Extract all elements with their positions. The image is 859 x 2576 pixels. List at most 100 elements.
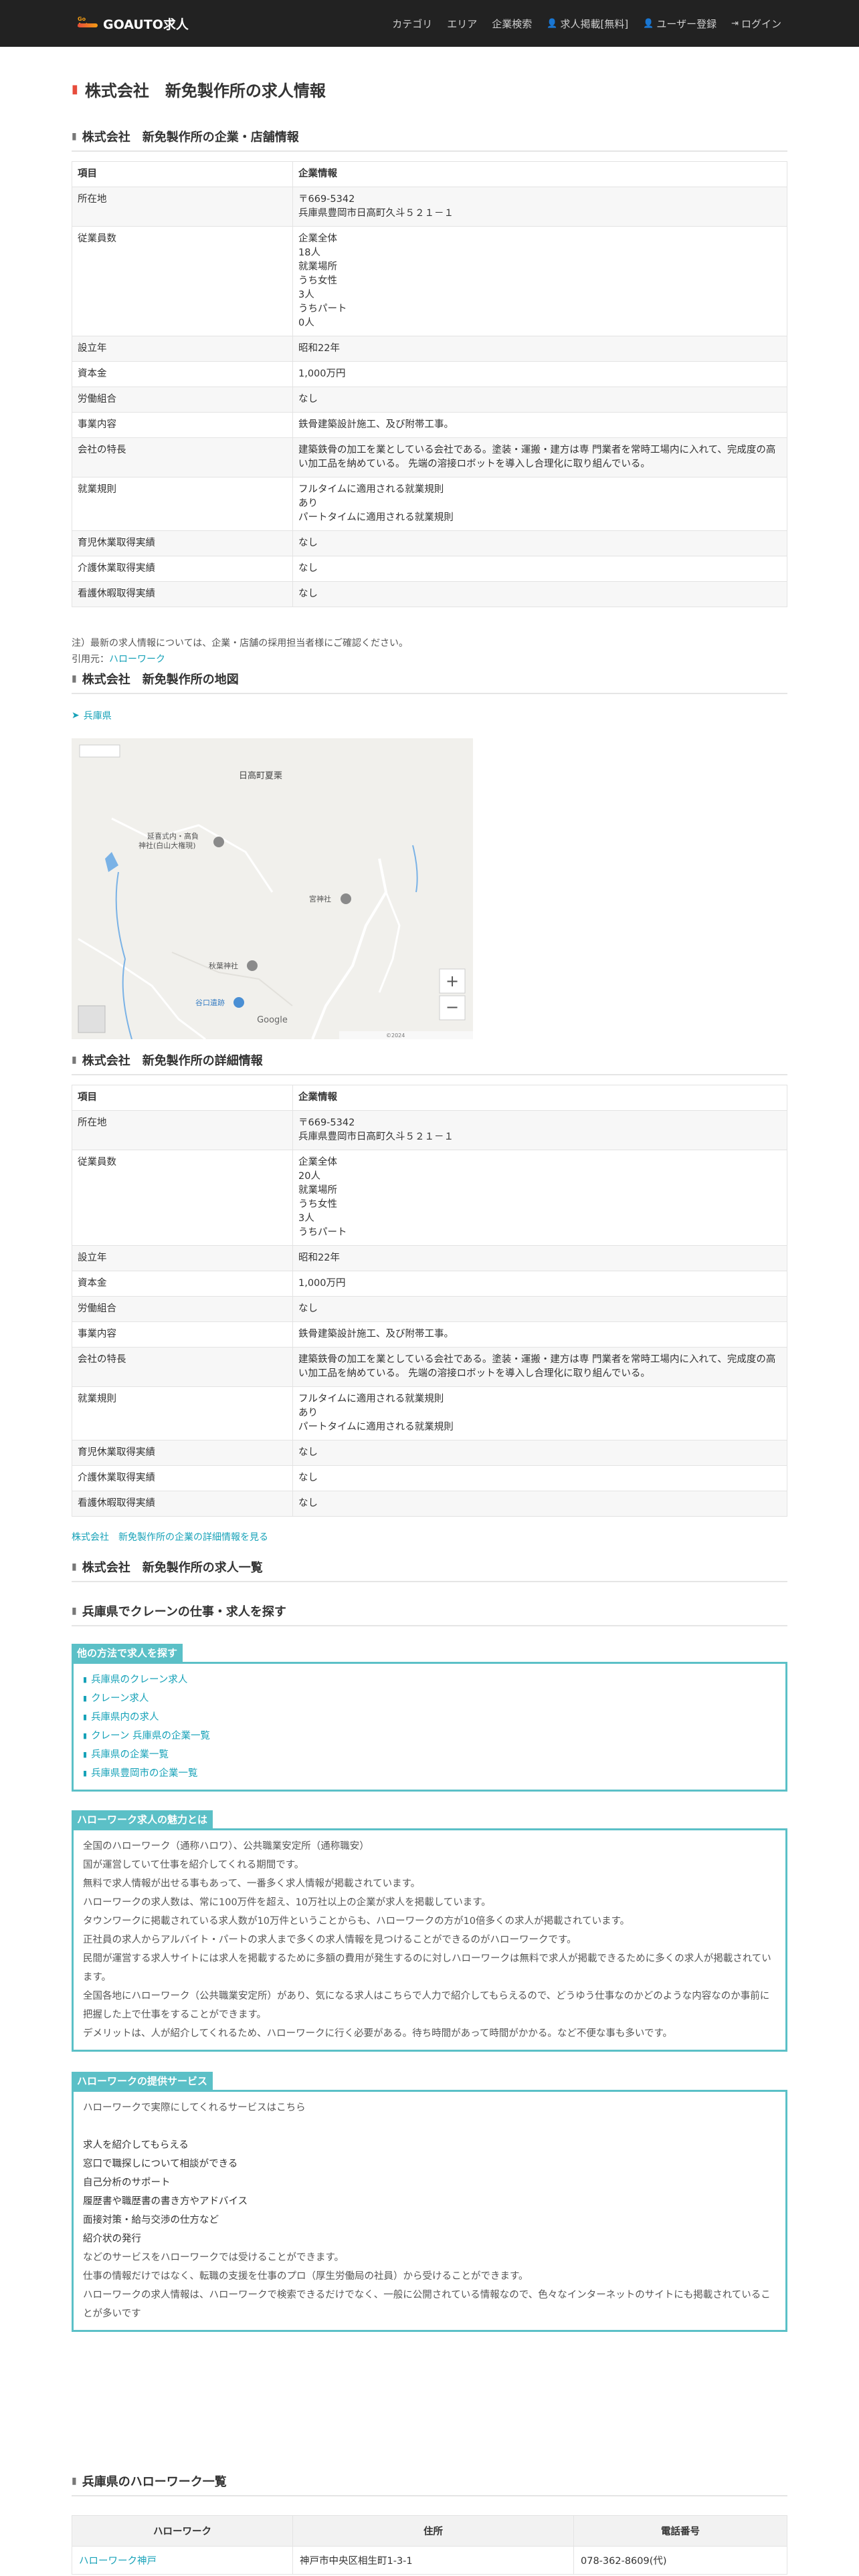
nav-post-job[interactable]: 👤 求人掲載[無料] [547, 17, 628, 31]
row-value: なし [292, 1440, 787, 1466]
shrine-marker-icon[interactable] [247, 960, 258, 971]
row-value-line: パートタイムに適用される就業規則 [298, 512, 454, 523]
row-value-line: 鉄骨建築設計施工、及び附帯工事。 [298, 419, 454, 430]
other-methods-title: 他の方法で求人を探す [72, 1644, 183, 1662]
appeal-line: デメリットは、人が紹介してくれるため、ハローワークに行く必要がある。待ち時間があ… [83, 2028, 673, 2039]
row-value-line: 〒669-5342 [298, 194, 355, 205]
row-value-line: 〒669-5342 [298, 1117, 355, 1128]
services-tail: などのサービスをハローワークでは受けることができます。 仕事の情報だけではなく、転… [83, 2248, 776, 2323]
row-value: 〒669-5342 兵庫県豊岡市日高町久斗５２１－１ [292, 1110, 787, 1150]
table-row: 会社の特長 建築鉄骨の加工を業としている会社である。塗装・運搬・建方は専 門業者を… [72, 437, 787, 477]
bookmark-icon: ▮ [83, 1750, 88, 1759]
user-icon: 👤 [643, 18, 654, 29]
source-link[interactable]: ハローワーク [109, 654, 165, 665]
row-value-line: なし [298, 394, 318, 405]
row-key: 育児休業取得実績 [72, 530, 293, 556]
jobs-title: 株式会社 新免製作所の求人一覧 [82, 1561, 263, 1575]
login-icon: ⇥ [731, 18, 739, 29]
services-title: ハローワークの提供サービス [72, 2072, 213, 2090]
jobs-heading: ▮ 株式会社 新免製作所の求人一覧 [72, 1558, 787, 1582]
row-value-line: 兵庫県豊岡市日高町久斗５２１－１ [298, 1132, 454, 1142]
search-link[interactable]: ▮ クレーン求人 [83, 1689, 776, 1708]
source-line: 引用元：ハローワーク [72, 651, 787, 667]
services-wrap: ハローワークの提供サービス ハローワークで実際にしてくれるサービスはこちら 求人… [72, 2072, 787, 2332]
nav-category[interactable]: カテゴリ [392, 17, 432, 31]
note-line: 注）最新の求人情報については、企業・店舗の採用担当者様にご確認ください。 [72, 638, 409, 649]
shrine-marker-icon[interactable] [341, 893, 351, 904]
row-value: 企業全体 20人 就業場所 うち女性 3人 うちパート [292, 1150, 787, 1246]
temple-marker-icon[interactable] [213, 837, 224, 847]
other-methods-list: ▮ 兵庫県のクレーン求人 ▮ クレーン求人 ▮ 兵庫県内の求人 ▮ クレーン 兵庫県の企業一覧… [74, 1664, 785, 1790]
row-value-line: フルタイムに適用される就業規則 [298, 1394, 444, 1404]
row-value-line: 建築鉄骨の加工を業としている会社である。塗装・運搬・建方は専 門業者を常時工場内… [298, 1354, 776, 1379]
bookmark-icon: ▮ [72, 2476, 77, 2486]
row-value-line: なし [298, 538, 318, 548]
map-type-control[interactable] [79, 744, 120, 758]
table-row: 就業規則 フルタイムに適用される就業規則 あり パートタイムに適用される就業規則 [72, 477, 787, 531]
other-methods-box: ▮ 兵庫県のクレーン求人 ▮ クレーン求人 ▮ 兵庫県内の求人 ▮ クレーン 兵庫県の企業一覧… [72, 1662, 787, 1792]
source-label: 引用元： [72, 654, 109, 665]
row-key: 事業内容 [72, 1321, 293, 1348]
nav-register[interactable]: 👤 ユーザー登録 [643, 17, 717, 31]
row-value-line: 昭和22年 [298, 343, 340, 354]
nav-login[interactable]: ⇥ ログイン [731, 17, 781, 31]
row-value: 1,000万円 [292, 361, 787, 387]
appeal-body: 全国のハローワーク（通称ハロワ）、公共職業安定所（通称職安） 国が運営していて仕事… [74, 1830, 785, 2050]
navbar: Go Auto GOAUTO求人 カテゴリ エリア 企業検索 👤求人掲載[無料]… [0, 0, 859, 47]
nav-register-label: ユーザー登録 [656, 17, 717, 30]
nav-company-search[interactable]: 企業検索 [492, 17, 532, 31]
row-value-line: パートタイムに適用される就業規則 [298, 1422, 454, 1432]
search-link[interactable]: ▮ 兵庫県豊岡市の企業一覧 [83, 1764, 776, 1783]
ruins-marker-icon[interactable] [233, 997, 244, 1008]
row-value: なし [292, 1491, 787, 1517]
search-link[interactable]: ▮ 兵庫県内の求人 [83, 1708, 776, 1727]
detail-more-link[interactable]: 株式会社 新免製作所の企業の詳細情報を見る [72, 1532, 268, 1543]
bookmark-icon: ▮ [72, 1562, 77, 1572]
row-value-line: 1,000万円 [298, 1278, 346, 1289]
row-value-line: うちパート [298, 304, 347, 314]
map-title: 株式会社 新免製作所の地図 [82, 673, 239, 687]
row-value-line: 昭和22年 [298, 1253, 340, 1263]
bookmark-icon: ▮ [83, 1713, 88, 1721]
hw-office-link[interactable]: ハローワーク神戸 [79, 2556, 157, 2567]
row-value: なし [292, 1465, 787, 1491]
row-key: 看護休暇取得実績 [72, 581, 293, 607]
search-link-label: クレーン求人 [91, 1693, 149, 1704]
row-value-line: うちパート [298, 1227, 347, 1238]
row-key: 介護休業取得実績 [72, 556, 293, 582]
search-link[interactable]: ▮ 兵庫県の企業一覧 [83, 1745, 776, 1764]
map[interactable]: + − 日高町夏栗 延喜式内・高負 神社(白山大権現) 宮神社 秋葉神社 谷口遺… [72, 738, 473, 1039]
detail-info-heading: ▮ 株式会社 新免製作所の詳細情報 [72, 1051, 787, 1075]
map-label-temple2: 神社(白山大権現) [138, 841, 196, 850]
nav-area[interactable]: エリア [447, 17, 477, 31]
store-info-title: 株式会社 新免製作所の企業・店舗情報 [82, 130, 299, 144]
row-value-line: 鉄骨建築設計施工、及び附帯工事。 [298, 1329, 454, 1339]
bookmark-icon: ▮ [72, 1055, 77, 1065]
row-value: なし [292, 387, 787, 413]
table-row: 介護休業取得実績 なし [72, 556, 787, 582]
brand-name: GOAUTO求人 [103, 17, 189, 32]
row-value-line: なし [298, 1447, 318, 1458]
row-value-line: 1,000万円 [298, 368, 346, 379]
search-link[interactable]: ▮ 兵庫県のクレーン求人 [83, 1671, 776, 1689]
table-head-value: 企業情報 [292, 1085, 787, 1111]
row-value: フルタイムに適用される就業規則 あり パートタイムに適用される就業規則 [292, 477, 787, 531]
search-link[interactable]: ▮ クレーン 兵庫県の企業一覧 [83, 1727, 776, 1745]
hw-list-title: 兵庫県のハローワーク一覧 [82, 2475, 227, 2489]
nav-login-label: ログイン [741, 17, 781, 30]
bookmark-icon: ▮ [72, 673, 77, 684]
row-value-line: 就業場所 [298, 1185, 337, 1196]
svg-text:+: + [446, 972, 459, 990]
row-value: フルタイムに適用される就業規則 あり パートタイムに適用される就業規則 [292, 1386, 787, 1440]
brand-link[interactable]: Go Auto GOAUTO求人 [78, 15, 189, 33]
row-key: 労働組合 [72, 387, 293, 413]
table-row: 看護休暇取得実績 なし [72, 1491, 787, 1517]
streetview-control[interactable] [78, 1005, 106, 1033]
row-key: 介護休業取得実績 [72, 1465, 293, 1491]
table-row: 設立年 昭和22年 [72, 1245, 787, 1271]
hw-list-heading: ▮ 兵庫県のハローワーク一覧 [72, 2472, 787, 2496]
nav-links: カテゴリ エリア 企業検索 👤 求人掲載[無料] 👤 ユーザー登録 ⇥ ログイン [392, 17, 781, 31]
search-heading: ▮ 兵庫県でクレーンの仕事・求人を探す [72, 1602, 787, 1626]
detail-more-wrap: 株式会社 新免製作所の企業の詳細情報を見る [72, 1530, 787, 1543]
location-link[interactable]: ➤ 兵庫県 [72, 709, 787, 722]
